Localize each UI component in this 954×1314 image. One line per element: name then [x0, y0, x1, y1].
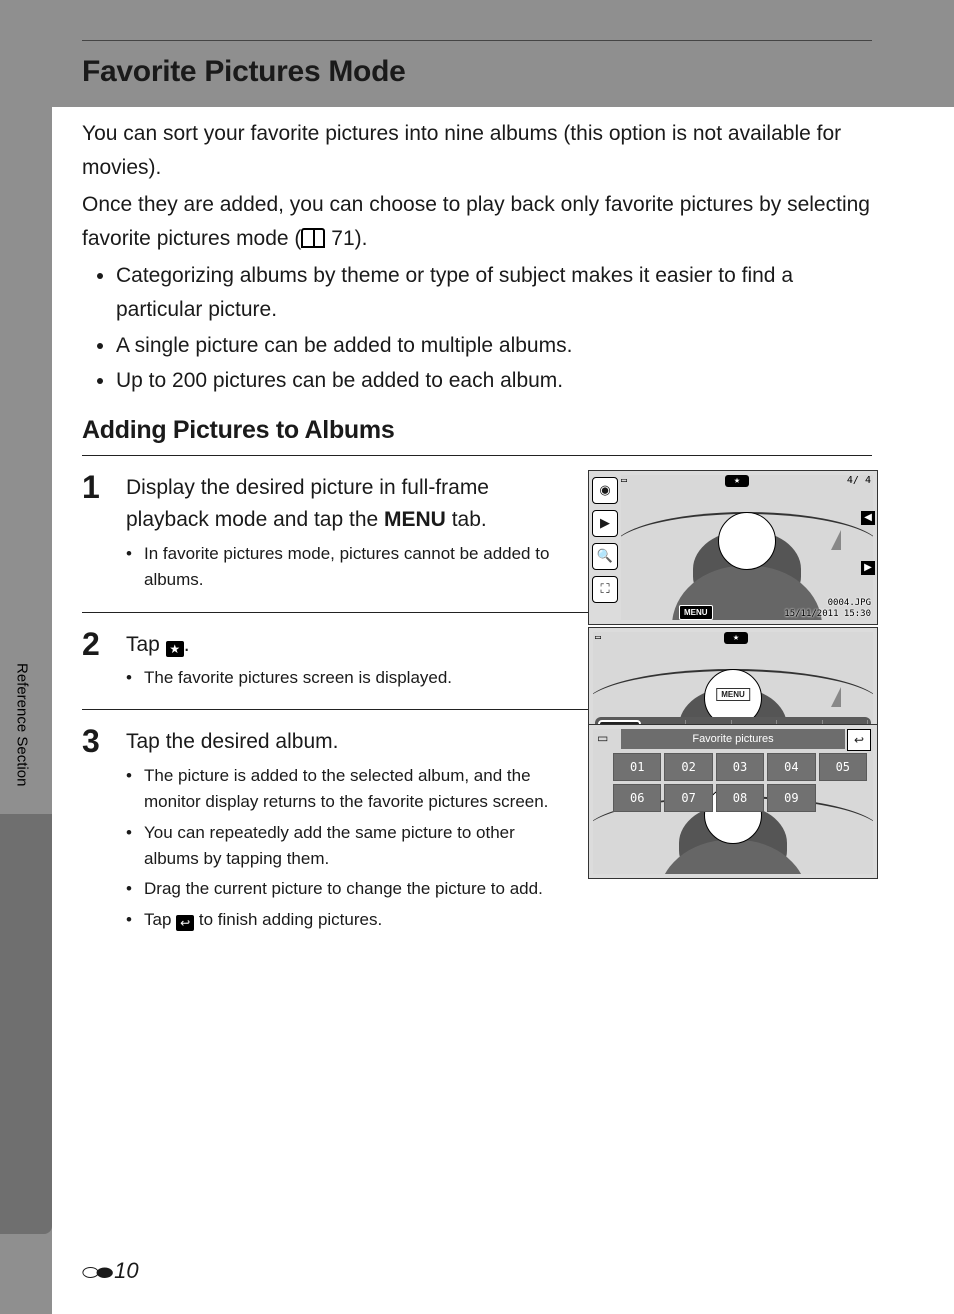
favorite-star-icon[interactable]: ★: [725, 475, 749, 487]
favorite-star-icon: ★: [724, 632, 748, 644]
album-cell[interactable]: 07: [664, 784, 712, 812]
intro-paragraph-2: Once they are added, you can choose to p…: [82, 188, 872, 255]
menu-label: MENU: [716, 688, 750, 701]
back-icon: ↩: [176, 915, 194, 931]
margin-dark-strip: [0, 814, 52, 1234]
camera-icon[interactable]: ◉: [592, 477, 618, 504]
rule-above-title: [82, 40, 872, 41]
album-cell[interactable]: 02: [664, 753, 712, 781]
camera-screen-playback: ◉ ▶ 🔍 ⛶ ▭ ★ 4/ 4: [588, 470, 878, 625]
prev-icon[interactable]: ▶: [861, 511, 875, 525]
page-number: 10: [114, 1258, 138, 1284]
step-title: Tap ★.: [126, 629, 572, 662]
step-note: The favorite pictures screen is displaye…: [126, 665, 572, 691]
section-heading: Adding Pictures to Albums: [82, 416, 872, 445]
step-note: Drag the current picture to change the p…: [126, 876, 572, 902]
step-note: Tap ↩ to finish adding pictures.: [126, 907, 572, 933]
image-counter: 4/ 4: [847, 475, 871, 493]
step-1: 1 Display the desired picture in full-fr…: [82, 455, 872, 598]
intro-paragraph-1: You can sort your favorite pictures into…: [82, 117, 872, 184]
section-tab: Reference Section: [10, 640, 34, 810]
step-note: In favorite pictures mode, pictures cann…: [126, 541, 572, 594]
step-title: Display the desired picture in full-fram…: [126, 472, 572, 537]
play-icon[interactable]: ▶: [592, 510, 618, 537]
back-button[interactable]: ↩: [847, 729, 871, 751]
book-icon: [301, 228, 325, 248]
battery-icon: ▭: [621, 475, 627, 493]
album-cell[interactable]: 05: [819, 753, 867, 781]
step-number: 1: [82, 470, 126, 598]
camera-screen-albums: ▭ Favorite pictures ↩ 01 02 03 04 05 06 …: [588, 724, 878, 879]
battery-icon: ▭: [597, 731, 608, 745]
album-cell[interactable]: 03: [716, 753, 764, 781]
battery-icon: ▭: [595, 632, 601, 650]
album-cell[interactable]: 06: [613, 784, 661, 812]
step-note: You can repeatedly add the same picture …: [126, 820, 572, 873]
album-cell[interactable]: 01: [613, 753, 661, 781]
page-title: Favorite Pictures Mode: [82, 55, 872, 89]
intro-bullet: Up to 200 pictures can be added to each …: [116, 364, 872, 398]
step-3: 3 Tap the desired album. The picture is …: [82, 709, 872, 937]
file-info: 0004.JPG 15/11/2011 15:30: [784, 598, 871, 620]
menu-label: MENU: [384, 508, 446, 531]
menu-button[interactable]: MENU: [679, 605, 713, 620]
step-number: 3: [82, 724, 126, 937]
step-number: 2: [82, 627, 126, 696]
favorite-star-icon: ★: [166, 641, 184, 657]
album-cell[interactable]: 08: [716, 784, 764, 812]
step-note: The picture is added to the selected alb…: [126, 763, 572, 816]
link-chain-icon: ⬭⬬: [82, 1262, 110, 1285]
intro-bullet: Categorizing albums by theme or type of …: [116, 259, 872, 326]
album-cell[interactable]: 09: [767, 784, 815, 812]
album-header: Favorite pictures: [621, 729, 845, 749]
album-cell-empty: [819, 784, 867, 810]
album-grid: 01 02 03 04 05 06 07 08 09: [613, 753, 867, 812]
album-cell[interactable]: 04: [767, 753, 815, 781]
intro-bullets: Categorizing albums by theme or type of …: [82, 259, 872, 397]
step-title: Tap the desired album.: [126, 726, 572, 759]
manual-page: Reference Section Favorite Pictures Mode…: [0, 0, 954, 1314]
intro-bullet: A single picture can be added to multipl…: [116, 329, 872, 363]
next-icon[interactable]: ▶: [861, 561, 875, 575]
zoom-icon[interactable]: 🔍: [592, 543, 618, 570]
expand-icon[interactable]: ⛶: [592, 576, 618, 603]
page-footer: ⬭⬬ 10: [82, 1258, 139, 1284]
